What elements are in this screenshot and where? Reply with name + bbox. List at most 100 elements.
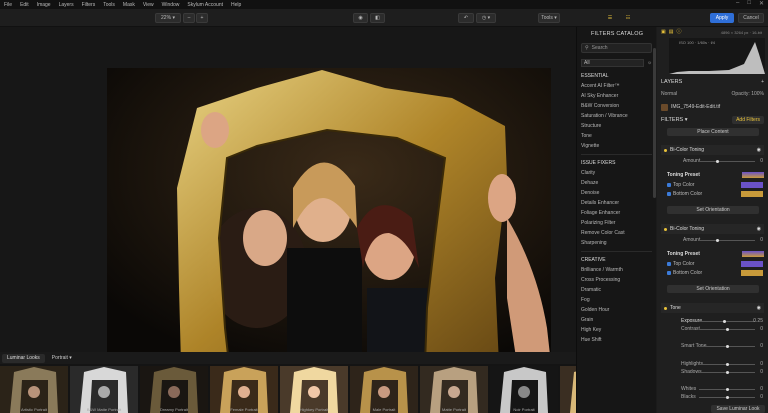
slider-track[interactable] bbox=[699, 160, 755, 162]
contrast-slider[interactable]: Contrast 0 bbox=[667, 325, 763, 333]
checkbox-icon[interactable] bbox=[667, 271, 671, 275]
compare-button[interactable]: ◧ bbox=[370, 13, 385, 23]
catalog-item[interactable]: AI Sky Enhancer bbox=[577, 91, 656, 101]
toning-preset-swatch[interactable] bbox=[742, 251, 764, 257]
look-thumbnail[interactable]: Highkey Portrait bbox=[280, 366, 348, 413]
place-content-button[interactable]: Place Content bbox=[667, 128, 759, 136]
catalog-item[interactable]: Remove Color Cast bbox=[577, 228, 656, 238]
eye-icon[interactable]: ◉ bbox=[757, 305, 761, 311]
cancel-button[interactable]: Cancel bbox=[738, 13, 764, 23]
exposure-slider[interactable]: Exposure 0.25 bbox=[667, 317, 763, 325]
eye-icon[interactable]: ◉ bbox=[757, 147, 761, 153]
slider-knob[interactable] bbox=[726, 370, 729, 374]
menu-window[interactable]: Window bbox=[158, 2, 184, 8]
favorite-icon[interactable]: ☼ bbox=[647, 60, 652, 66]
undo-button[interactable]: ↶ bbox=[458, 13, 474, 23]
catalog-item[interactable]: Brilliance / Warmth bbox=[577, 265, 656, 275]
maximize-icon[interactable]: □ bbox=[747, 0, 751, 7]
bottom-color-row[interactable]: Bottom Color bbox=[667, 190, 763, 198]
menu-file[interactable]: File bbox=[0, 2, 16, 8]
menu-mask[interactable]: Mask bbox=[119, 2, 139, 8]
menu-skylum-account[interactable]: Skylum Account bbox=[183, 2, 227, 8]
catalog-item[interactable]: Polarizing Filter bbox=[577, 218, 656, 228]
catalog-item[interactable]: Details Enhancer bbox=[577, 198, 656, 208]
info-icon[interactable]: ⓘ bbox=[676, 28, 681, 35]
catalog-item[interactable]: Hue Shift bbox=[577, 335, 656, 345]
preview-eye-button[interactable]: ◉ bbox=[353, 13, 368, 23]
save-look-button[interactable]: Save Luminar Look bbox=[711, 405, 765, 413]
menu-view[interactable]: View bbox=[139, 2, 158, 8]
catalog-item[interactable]: Golden Hour bbox=[577, 305, 656, 315]
zoom-out-button[interactable]: – bbox=[183, 13, 195, 23]
whites-slider[interactable]: Whites 0 bbox=[667, 385, 763, 393]
tab-luminar-looks[interactable]: Luminar Looks bbox=[2, 353, 45, 363]
top-color-swatch[interactable] bbox=[741, 261, 763, 267]
catalog-item[interactable]: Foliage Enhancer bbox=[577, 208, 656, 218]
catalog-scrollbar[interactable] bbox=[653, 48, 656, 198]
set-orientation-button[interactable]: Set Orientation bbox=[667, 285, 759, 293]
catalog-item[interactable]: Saturation / Vibrance bbox=[577, 111, 656, 121]
look-thumbnail[interactable]: Dreamy Portrait bbox=[140, 366, 208, 413]
menu-image[interactable]: Image bbox=[33, 2, 55, 8]
image-icon[interactable]: ▣ bbox=[661, 29, 666, 35]
look-thumbnail[interactable]: Matte Portrait bbox=[420, 366, 488, 413]
catalog-item[interactable]: Sharpening bbox=[577, 238, 656, 248]
catalog-item[interactable]: Denoise bbox=[577, 188, 656, 198]
top-color-row[interactable]: Top Color bbox=[667, 181, 763, 189]
apply-button[interactable]: Apply bbox=[710, 13, 734, 23]
catalog-item[interactable]: B&W Conversion bbox=[577, 101, 656, 111]
checkbox-icon[interactable] bbox=[667, 183, 671, 187]
blacks-slider[interactable]: Blacks 0 bbox=[667, 393, 763, 401]
search-input[interactable]: Search bbox=[592, 45, 608, 51]
bottom-color-row[interactable]: Bottom Color bbox=[667, 269, 763, 277]
look-thumbnail[interactable]: Male Portrait bbox=[350, 366, 418, 413]
histogram-icon[interactable]: ▤ bbox=[669, 29, 674, 35]
catalog-item[interactable]: Vignette bbox=[577, 141, 656, 151]
bicolor-toning-header[interactable]: Bi-Color Toning ◉ bbox=[661, 145, 764, 155]
catalog-item[interactable]: Structure bbox=[577, 121, 656, 131]
catalog-item[interactable]: Grain bbox=[577, 315, 656, 325]
catalog-item[interactable]: Dramatic bbox=[577, 285, 656, 295]
toning-preset-swatch[interactable] bbox=[742, 172, 764, 178]
amount-slider[interactable]: Amount 0 bbox=[667, 236, 763, 244]
menu-help[interactable]: Help bbox=[227, 2, 245, 8]
shadows-slider[interactable]: Shadows 0 bbox=[667, 368, 763, 376]
catalog-item[interactable]: Cross Processing bbox=[577, 275, 656, 285]
close-icon[interactable]: ✕ bbox=[759, 0, 764, 7]
top-color-swatch[interactable] bbox=[741, 182, 763, 188]
layer-row[interactable]: IMG_7549-Edit-Edit.tif bbox=[661, 102, 764, 112]
catalog-item[interactable]: Dehaze bbox=[577, 178, 656, 188]
opacity-control[interactable]: Opacity: 100% bbox=[731, 91, 764, 97]
image-canvas[interactable] bbox=[0, 27, 576, 364]
checkbox-icon[interactable] bbox=[667, 262, 671, 266]
catalog-item[interactable]: Clarity bbox=[577, 168, 656, 178]
catalog-item[interactable]: Tone bbox=[577, 131, 656, 141]
layers-panel-toggle[interactable]: ☰ bbox=[602, 13, 618, 23]
slider-knob[interactable] bbox=[726, 344, 729, 348]
zoom-dropdown[interactable]: 22% ▾ bbox=[155, 13, 181, 23]
filter-enabled-icon[interactable] bbox=[664, 227, 667, 231]
history-button[interactable]: ◷ ▾ bbox=[476, 13, 496, 23]
bicolor-toning-header[interactable]: Bi-Color Toning ◉ bbox=[661, 224, 764, 234]
category-select[interactable]: All bbox=[581, 59, 645, 67]
filter-enabled-icon[interactable] bbox=[664, 148, 667, 152]
slider-track[interactable] bbox=[699, 320, 755, 322]
tools-dropdown[interactable]: Tools ▾ bbox=[538, 13, 560, 23]
smart-tone-slider[interactable]: Smart Tone 0 bbox=[667, 342, 763, 350]
checkbox-icon[interactable] bbox=[667, 192, 671, 196]
look-thumbnail[interactable]: B&W Matte Portrait bbox=[70, 366, 138, 413]
menu-layers[interactable]: Layers bbox=[55, 2, 78, 8]
edited-photo[interactable] bbox=[107, 68, 551, 364]
highlights-slider[interactable]: Highlights 0 bbox=[667, 360, 763, 368]
blend-mode-select[interactable]: Normal bbox=[661, 91, 677, 97]
bottom-color-swatch[interactable] bbox=[741, 191, 763, 197]
slider-knob[interactable] bbox=[716, 159, 719, 163]
tab-portrait-category[interactable]: Portrait ▾ bbox=[47, 354, 77, 363]
minimize-icon[interactable]: – bbox=[736, 0, 739, 7]
menu-tools[interactable]: Tools bbox=[99, 2, 119, 8]
look-thumbnail[interactable]: Noir Portrait bbox=[490, 366, 558, 413]
set-orientation-button[interactable]: Set Orientation bbox=[667, 206, 759, 214]
slider-knob[interactable] bbox=[726, 395, 729, 399]
slider-knob[interactable] bbox=[723, 319, 726, 323]
add-layer-icon[interactable]: + bbox=[761, 79, 764, 85]
